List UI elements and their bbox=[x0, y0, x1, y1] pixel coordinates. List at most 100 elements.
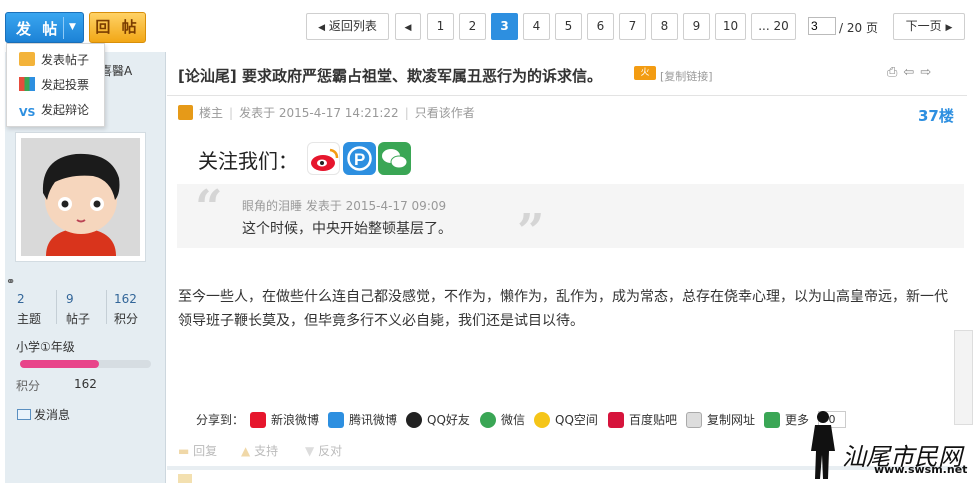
follow-us-label: 关注我们： bbox=[198, 149, 298, 173]
tencent-weibo-icon[interactable]: P bbox=[343, 142, 376, 175]
thumbs-down-icon: ▼ bbox=[305, 444, 315, 458]
stat-posts-label: 帖子 bbox=[66, 312, 91, 326]
support-action[interactable]: ▲ 支持 bbox=[241, 442, 278, 459]
post-category[interactable]: [论汕尾] bbox=[178, 67, 237, 85]
chevron-left-icon: ◀ bbox=[318, 23, 326, 33]
top-toolbar: 发 帖 ▼ 回 帖 ◀ 返回列表 ◀ 1 2 3 4 5 6 7 8 9 10 … bbox=[0, 0, 973, 52]
share-qq-friend[interactable]: QQ好友 bbox=[406, 411, 470, 428]
prev-thread-icon[interactable]: ⇦ bbox=[903, 65, 920, 80]
share-item-label: 复制网址 bbox=[707, 413, 756, 427]
only-author-link[interactable]: 只看该作者 bbox=[415, 106, 475, 120]
share-sina-weibo[interactable]: 新浪微博 bbox=[250, 411, 319, 428]
chevron-left-icon: ◀ bbox=[404, 23, 412, 33]
tencent-weibo-icon bbox=[328, 412, 344, 428]
post-title-bar: [论汕尾] 要求政府严惩霸占祖堂、欺凌军属丑恶行为的诉求信。 火 [复制链接] … bbox=[167, 52, 967, 96]
divider bbox=[106, 290, 107, 324]
oppose-action[interactable]: ▼ 反对 bbox=[305, 442, 342, 459]
reply-button[interactable]: 回 帖 bbox=[89, 12, 146, 43]
divider bbox=[56, 290, 57, 324]
share-wechat[interactable]: 微信 bbox=[480, 411, 525, 428]
share-qzone[interactable]: QQ空间 bbox=[534, 411, 598, 428]
page-link[interactable]: 4 bbox=[523, 13, 550, 40]
share-tencent-weibo[interactable]: 腾讯微博 bbox=[328, 411, 397, 428]
back-to-list-button[interactable]: ◀ 返回列表 bbox=[306, 13, 389, 40]
page-link-last[interactable]: ... 20 bbox=[751, 13, 796, 40]
menu-item-debate[interactable]: VS 发起辩论 bbox=[19, 100, 89, 120]
gender-icon: ⚭ bbox=[6, 275, 16, 288]
divider: | bbox=[404, 106, 409, 120]
page-link[interactable]: 2 bbox=[459, 13, 486, 40]
page-current[interactable]: 3 bbox=[491, 13, 518, 40]
tieba-icon bbox=[608, 412, 624, 428]
page-link[interactable]: 9 bbox=[683, 13, 710, 40]
page-link[interactable]: 10 bbox=[715, 13, 746, 40]
reply-icon: ▬ bbox=[178, 444, 190, 458]
stat-topics-label: 主题 bbox=[17, 312, 42, 326]
page-link[interactable]: 1 bbox=[427, 13, 454, 40]
wechat-icon[interactable] bbox=[378, 142, 411, 175]
weibo-icon bbox=[250, 412, 266, 428]
avatar[interactable] bbox=[15, 132, 146, 262]
user-level[interactable]: 小学①年级 bbox=[16, 338, 75, 355]
share-item-label: QQ好友 bbox=[427, 413, 470, 427]
share-item-label: 新浪微博 bbox=[271, 413, 320, 427]
page-link[interactable]: 8 bbox=[651, 13, 678, 40]
message-icon bbox=[17, 409, 31, 420]
send-message-label: 发消息 bbox=[34, 408, 71, 422]
post-type-menu: 发表帖子 发起投票 VS 发起辩论 bbox=[6, 43, 105, 127]
post-timestamp: 发表于 2015-4-17 14:21:22 bbox=[239, 106, 399, 120]
chevron-right-icon: ▶ bbox=[945, 23, 953, 33]
post-title-text: 要求政府严惩霸占祖堂、欺凌军属丑恶行为的诉求信。 bbox=[241, 67, 602, 85]
page-title: [论汕尾] 要求政府严惩霸占祖堂、欺凌军属丑恶行为的诉求信。 bbox=[178, 65, 602, 86]
share-item-label: 腾讯微博 bbox=[349, 413, 398, 427]
vs-icon: VS bbox=[19, 106, 36, 119]
owner-icon bbox=[178, 105, 193, 120]
prev-page-button[interactable]: ◀ bbox=[395, 13, 421, 40]
level-progress-bar bbox=[20, 360, 151, 368]
share-copy-url[interactable]: 复制网址 bbox=[686, 411, 755, 428]
folder-icon bbox=[19, 52, 35, 66]
points-value: 162 bbox=[74, 377, 97, 391]
oppose-label: 反对 bbox=[318, 444, 343, 458]
stat-topics-value[interactable]: 2 bbox=[17, 292, 25, 306]
quote-block bbox=[177, 184, 964, 248]
print-icon[interactable]: ⎙ bbox=[887, 65, 903, 80]
qzone-icon bbox=[534, 412, 550, 428]
chevron-down-icon[interactable]: ▼ bbox=[69, 22, 76, 32]
stat-points-label: 积分 bbox=[114, 312, 139, 326]
bar-chart-icon bbox=[19, 77, 35, 91]
quote-open-icon: “ bbox=[195, 180, 223, 236]
level-progress-fill bbox=[20, 360, 99, 368]
share-more[interactable]: 更多 bbox=[764, 411, 809, 428]
menu-item-new-post[interactable]: 发表帖子 bbox=[19, 50, 89, 70]
menu-item-label: 发表帖子 bbox=[41, 53, 90, 67]
next-page-button[interactable]: 下一页 ▶ bbox=[893, 13, 965, 40]
share-item-label: QQ空间 bbox=[555, 413, 598, 427]
send-message-link[interactable]: 发消息 bbox=[17, 406, 70, 423]
page-link[interactable]: 7 bbox=[619, 13, 646, 40]
share-item-label: 百度贴吧 bbox=[629, 413, 678, 427]
thumbs-up-icon: ▲ bbox=[241, 444, 251, 458]
weibo-icon[interactable] bbox=[307, 142, 340, 175]
stat-points-value[interactable]: 162 bbox=[114, 292, 137, 306]
share-baidu-tieba[interactable]: 百度贴吧 bbox=[608, 411, 677, 428]
new-post-button[interactable]: 发 帖 ▼ bbox=[5, 12, 84, 43]
page-link[interactable]: 5 bbox=[555, 13, 582, 40]
reply-action[interactable]: ▬ 回复 bbox=[178, 442, 217, 459]
menu-item-label: 发起辩论 bbox=[41, 103, 90, 117]
menu-item-poll[interactable]: 发起投票 bbox=[19, 75, 89, 95]
divider: | bbox=[229, 106, 234, 120]
site-watermark: 汕尾市民网 www.swsm.net bbox=[808, 409, 973, 483]
share-label: 分享到： bbox=[196, 413, 245, 427]
next-thread-icon[interactable]: ⇨ bbox=[920, 65, 937, 80]
copy-link-button[interactable]: [复制链接] bbox=[660, 68, 713, 84]
points-label: 积分 bbox=[16, 379, 41, 393]
stat-posts-value[interactable]: 9 bbox=[66, 292, 74, 306]
floor-number[interactable]: 37楼 bbox=[918, 105, 954, 126]
post-body: 至今一些人，在做些什么连自己都没感觉，不作为，懒作为，乱作为，成为常态，总存在侥… bbox=[178, 289, 948, 329]
page-jump-input[interactable] bbox=[808, 17, 836, 35]
quote-close-icon: ” bbox=[517, 204, 545, 260]
quote-text: 这个时候，中央开始整顿基层了。 bbox=[242, 221, 452, 237]
page-link[interactable]: 6 bbox=[587, 13, 614, 40]
quote-meta: 眼角的泪睡 发表于 2015-4-17 09:09 bbox=[242, 199, 447, 213]
